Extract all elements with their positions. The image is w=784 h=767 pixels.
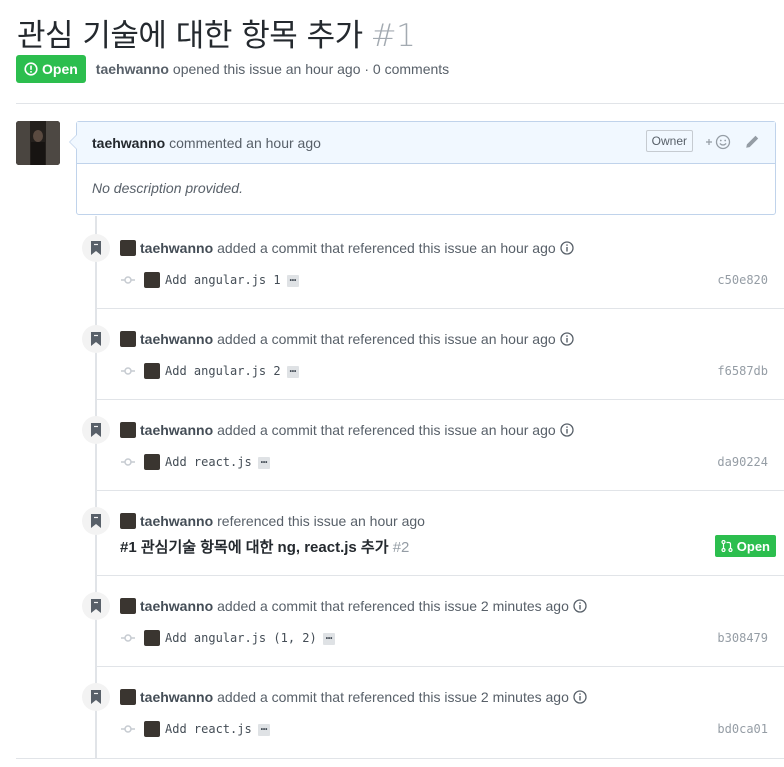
- expand-commit-button[interactable]: …: [286, 363, 300, 378]
- commit-row: Add react.js … bd0ca01: [120, 719, 776, 739]
- bookmark-icon: [82, 507, 110, 535]
- commit-author-avatar[interactable]: [144, 721, 160, 737]
- info-icon[interactable]: [573, 690, 587, 704]
- comment-author-avatar[interactable]: [16, 121, 60, 165]
- commit-message-link[interactable]: Add angular.js 1: [165, 273, 281, 287]
- pencil-icon: [746, 135, 759, 148]
- bookmark-icon: [82, 325, 110, 353]
- git-commit-icon: [121, 458, 135, 466]
- issue-state-label: Open: [42, 61, 78, 77]
- owner-label: Owner: [645, 130, 693, 152]
- event-author-link[interactable]: taehwanno: [140, 331, 213, 347]
- git-pull-request-icon: [721, 540, 733, 552]
- event-author-avatar[interactable]: [120, 513, 136, 529]
- commit-sha-link[interactable]: b308479: [717, 631, 768, 645]
- event-author-link[interactable]: taehwanno: [140, 240, 213, 256]
- commit-row: Add angular.js 1 … c50e820: [120, 270, 776, 290]
- timeline-bottom-divider: [16, 758, 784, 759]
- event-text: added a commit that referenced this issu…: [217, 240, 556, 256]
- event-author-link[interactable]: taehwanno: [140, 422, 213, 438]
- issue-comment: taehwanno commented an hour ago Owner No…: [69, 121, 776, 215]
- commit-sha-link[interactable]: f6587db: [717, 364, 768, 378]
- event-author-link[interactable]: taehwanno: [140, 689, 213, 705]
- referenced-pr-state-badge: Open: [714, 535, 776, 557]
- commit-row: Add react.js … da90224: [120, 452, 776, 472]
- referenced-pr-title: #1 관심기술 항목에 대한 ng, react.js 추가: [120, 539, 389, 556]
- event-text: added a commit that referenced this issu…: [217, 689, 569, 705]
- issue-title-text: 관심 기술에 대한 항목 추가: [17, 18, 363, 54]
- issue-title: 관심 기술에 대한 항목 추가 #1: [17, 10, 416, 55]
- info-icon[interactable]: [560, 332, 574, 346]
- commit-author-avatar[interactable]: [144, 272, 160, 288]
- commit-author-avatar[interactable]: [144, 454, 160, 470]
- event-author-avatar[interactable]: [120, 689, 136, 705]
- edit-comment-button[interactable]: [744, 134, 760, 150]
- event-author-link[interactable]: taehwanno: [140, 598, 213, 614]
- event-author-avatar[interactable]: [120, 331, 136, 347]
- issue-state-badge: Open: [16, 55, 86, 83]
- event-text: referenced this issue an hour ago: [217, 513, 425, 529]
- event-author-link[interactable]: taehwanno: [140, 513, 213, 529]
- expand-commit-button[interactable]: …: [257, 721, 271, 736]
- issue-opened-text: opened this issue an hour ago · 0 commen…: [172, 61, 450, 77]
- event-text: added a commit that referenced this issu…: [217, 598, 569, 614]
- event-divider: [96, 490, 784, 491]
- commit-message-link[interactable]: Add angular.js (1, 2): [165, 631, 317, 645]
- commit-author-avatar[interactable]: [144, 630, 160, 646]
- commit-sha-link[interactable]: da90224: [717, 455, 768, 469]
- comment-action-text: commented an hour ago: [169, 134, 321, 151]
- referenced-pr-state: Open: [736, 538, 770, 554]
- comment-author-link[interactable]: taehwanno: [92, 135, 165, 151]
- event-divider: [96, 399, 784, 400]
- smiley-icon: [706, 134, 731, 150]
- commit-sha-link[interactable]: c50e820: [717, 273, 768, 287]
- git-commit-icon: [121, 725, 135, 733]
- referenced-pr-link[interactable]: #1 관심기술 항목에 대한 ng, react.js 추가 #2: [120, 536, 409, 557]
- event-author-avatar[interactable]: [120, 240, 136, 256]
- commit-message-link[interactable]: Add angular.js 2: [165, 364, 281, 378]
- issue-author-link[interactable]: taehwanno: [96, 61, 169, 77]
- info-icon[interactable]: [573, 599, 587, 613]
- event-author-avatar[interactable]: [120, 422, 136, 438]
- commit-message-link[interactable]: Add react.js: [165, 722, 252, 736]
- issue-meta: Open taehwanno opened this issue an hour…: [16, 55, 449, 83]
- add-reaction-button[interactable]: [704, 133, 732, 151]
- event-text: added a commit that referenced this issu…: [217, 422, 556, 438]
- info-icon[interactable]: [560, 241, 574, 255]
- avatar-image: [16, 121, 60, 165]
- bookmark-icon: [82, 683, 110, 711]
- commit-row: Add angular.js (1, 2) … b308479: [120, 628, 776, 648]
- bookmark-icon: [82, 234, 110, 262]
- commit-sha-link[interactable]: bd0ca01: [717, 722, 768, 736]
- commit-row: Add angular.js 2 … f6587db: [120, 361, 776, 381]
- comment-header: taehwanno commented an hour ago Owner: [77, 122, 775, 164]
- git-commit-icon: [121, 276, 135, 284]
- expand-commit-button[interactable]: …: [322, 630, 336, 645]
- info-icon[interactable]: [560, 423, 574, 437]
- event-divider: [96, 575, 784, 576]
- timeline-line: [95, 216, 97, 758]
- issue-opened-icon: [24, 62, 38, 76]
- expand-commit-button[interactable]: …: [257, 454, 271, 469]
- event-divider: [96, 308, 784, 309]
- commit-message-link[interactable]: Add react.js: [165, 455, 252, 469]
- git-commit-icon: [121, 634, 135, 642]
- commit-author-avatar[interactable]: [144, 363, 160, 379]
- referenced-pr-number: #2: [392, 539, 410, 556]
- expand-commit-button[interactable]: …: [286, 272, 300, 287]
- bookmark-icon: [82, 416, 110, 444]
- issue-number: #1: [370, 18, 416, 54]
- header-divider: [16, 103, 784, 104]
- bookmark-icon: [82, 592, 110, 620]
- event-divider: [96, 666, 784, 667]
- event-author-avatar[interactable]: [120, 598, 136, 614]
- comment-body: No description provided.: [92, 180, 243, 196]
- event-text: added a commit that referenced this issu…: [217, 331, 556, 347]
- git-commit-icon: [121, 367, 135, 375]
